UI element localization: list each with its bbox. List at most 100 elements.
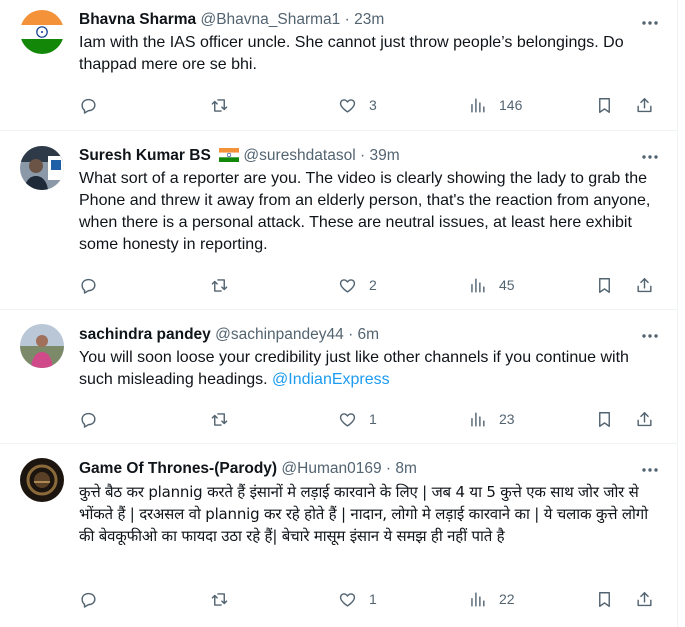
tweet-header: Bhavna Sharma @Bhavna_Sharma1 · 23m bbox=[79, 10, 661, 30]
more-options-icon[interactable] bbox=[639, 459, 661, 481]
avatar[interactable] bbox=[20, 10, 64, 54]
reply-button[interactable] bbox=[79, 95, 110, 115]
reply-icon bbox=[79, 410, 98, 429]
author-handle[interactable]: @Human0169 bbox=[281, 460, 381, 477]
tweet-body: Bhavna Sharma @Bhavna_Sharma1 · 23m Iam … bbox=[79, 10, 661, 76]
tweet-time[interactable]: 8m bbox=[395, 460, 417, 477]
tweet[interactable]: sachindra pandey @sachinpandey44 · 6m Yo… bbox=[0, 309, 677, 444]
retweet-icon bbox=[210, 96, 229, 115]
retweet-icon bbox=[210, 410, 229, 429]
bookmark-button[interactable] bbox=[595, 409, 614, 429]
tweet-time[interactable]: 39m bbox=[369, 147, 399, 164]
like-button[interactable]: 1 bbox=[338, 409, 377, 429]
tweet-actions: 1 22 bbox=[79, 589, 661, 609]
tweet-body: sachindra pandey @sachinpandey44 · 6m Yo… bbox=[79, 325, 661, 391]
author-name[interactable]: sachindra pandey bbox=[79, 326, 211, 343]
tweet-text: Iam with the IAS officer uncle. She cann… bbox=[79, 34, 624, 73]
views-count: 22 bbox=[499, 591, 515, 607]
tweet-text: You will soon loose your credibility jus… bbox=[79, 347, 661, 391]
share-icon bbox=[635, 590, 654, 609]
separator-dot: · bbox=[385, 460, 392, 477]
like-count: 1 bbox=[369, 411, 377, 427]
tweet-actions: 1 23 bbox=[79, 409, 661, 429]
user-photo-icon bbox=[20, 458, 64, 502]
more-options-icon[interactable] bbox=[639, 12, 661, 34]
avatar[interactable] bbox=[20, 458, 64, 502]
separator-dot: · bbox=[348, 326, 354, 343]
tweet-time[interactable]: 23m bbox=[354, 11, 384, 28]
like-count: 2 bbox=[369, 277, 377, 293]
views-button[interactable]: 146 bbox=[468, 95, 522, 115]
tweet-actions: 3 146 bbox=[79, 95, 661, 115]
user-photo-icon bbox=[20, 146, 64, 190]
reply-button[interactable] bbox=[79, 589, 110, 609]
tweet-header: sachindra pandey @sachinpandey44 · 6m bbox=[79, 325, 661, 345]
retweet-icon bbox=[210, 590, 229, 609]
more-options-icon[interactable] bbox=[639, 146, 661, 168]
tweet-body: Suresh Kumar BS @sureshdatasol · 39m Wha… bbox=[79, 146, 661, 256]
share-button[interactable] bbox=[635, 275, 654, 295]
views-count: 23 bbox=[499, 411, 515, 427]
bookmark-icon bbox=[595, 410, 614, 429]
tweet-header: Suresh Kumar BS @sureshdatasol · 39m bbox=[79, 146, 661, 166]
reply-button[interactable] bbox=[79, 409, 110, 429]
tweet-actions: 2 45 bbox=[79, 275, 661, 295]
bookmark-icon bbox=[595, 276, 614, 295]
separator-dot: · bbox=[359, 147, 366, 164]
like-icon bbox=[338, 276, 357, 295]
share-button[interactable] bbox=[635, 95, 654, 115]
share-icon bbox=[635, 276, 654, 295]
like-icon bbox=[338, 96, 357, 115]
avatar[interactable] bbox=[20, 324, 64, 368]
bookmark-button[interactable] bbox=[595, 95, 614, 115]
reply-button[interactable] bbox=[79, 275, 110, 295]
tweet[interactable]: Bhavna Sharma @Bhavna_Sharma1 · 23m Iam … bbox=[0, 0, 677, 131]
views-icon bbox=[468, 96, 487, 115]
author-name[interactable]: Game Of Thrones-(Parody) bbox=[79, 460, 277, 477]
tweet-text: What sort of a reporter are you. The vid… bbox=[79, 170, 651, 253]
tweet-body: Game Of Thrones-(Parody) @Human0169 · 8m… bbox=[79, 459, 661, 547]
share-icon bbox=[635, 410, 654, 429]
tweet-header: Game Of Thrones-(Parody) @Human0169 · 8m bbox=[79, 459, 661, 479]
retweet-button[interactable] bbox=[210, 95, 241, 115]
retweet-button[interactable] bbox=[210, 589, 241, 609]
author-handle[interactable]: @sachinpandey44 bbox=[215, 326, 344, 343]
more-options-icon[interactable] bbox=[639, 325, 661, 347]
like-button[interactable]: 3 bbox=[338, 95, 377, 115]
views-count: 45 bbox=[499, 277, 515, 293]
author-name[interactable]: Bhavna Sharma bbox=[79, 11, 196, 28]
bookmark-button[interactable] bbox=[595, 275, 614, 295]
views-button[interactable]: 23 bbox=[468, 409, 515, 429]
tweet[interactable]: Game Of Thrones-(Parody) @Human0169 · 8m… bbox=[0, 443, 677, 627]
tweet-time[interactable]: 6m bbox=[358, 326, 380, 343]
bookmark-button[interactable] bbox=[595, 589, 614, 609]
views-icon bbox=[468, 590, 487, 609]
like-icon bbox=[338, 590, 357, 609]
share-button[interactable] bbox=[635, 409, 654, 429]
retweet-button[interactable] bbox=[210, 275, 241, 295]
like-button[interactable]: 2 bbox=[338, 275, 377, 295]
views-button[interactable]: 45 bbox=[468, 275, 515, 295]
like-icon bbox=[338, 410, 357, 429]
avatar[interactable] bbox=[20, 146, 64, 190]
share-button[interactable] bbox=[635, 589, 654, 609]
mention-link[interactable]: @IndianExpress bbox=[272, 371, 390, 388]
separator-dot: · bbox=[344, 11, 350, 28]
views-icon bbox=[468, 410, 487, 429]
bookmark-icon bbox=[595, 96, 614, 115]
like-count: 3 bbox=[369, 97, 377, 113]
author-handle[interactable]: @sureshdatasol bbox=[243, 147, 355, 164]
views-button[interactable]: 22 bbox=[468, 589, 515, 609]
share-icon bbox=[635, 96, 654, 115]
timeline: Bhavna Sharma @Bhavna_Sharma1 · 23m Iam … bbox=[0, 0, 678, 627]
reply-icon bbox=[79, 590, 98, 609]
author-handle[interactable]: @Bhavna_Sharma1 bbox=[200, 11, 340, 28]
india-flag-icon bbox=[219, 148, 240, 162]
retweet-button[interactable] bbox=[210, 409, 241, 429]
views-count: 146 bbox=[499, 97, 523, 113]
tweet[interactable]: Suresh Kumar BS @sureshdatasol · 39m Wha… bbox=[0, 130, 677, 310]
user-photo-icon bbox=[20, 324, 64, 368]
views-icon bbox=[468, 276, 487, 295]
author-name[interactable]: Suresh Kumar BS bbox=[79, 147, 211, 164]
like-button[interactable]: 1 bbox=[338, 589, 377, 609]
